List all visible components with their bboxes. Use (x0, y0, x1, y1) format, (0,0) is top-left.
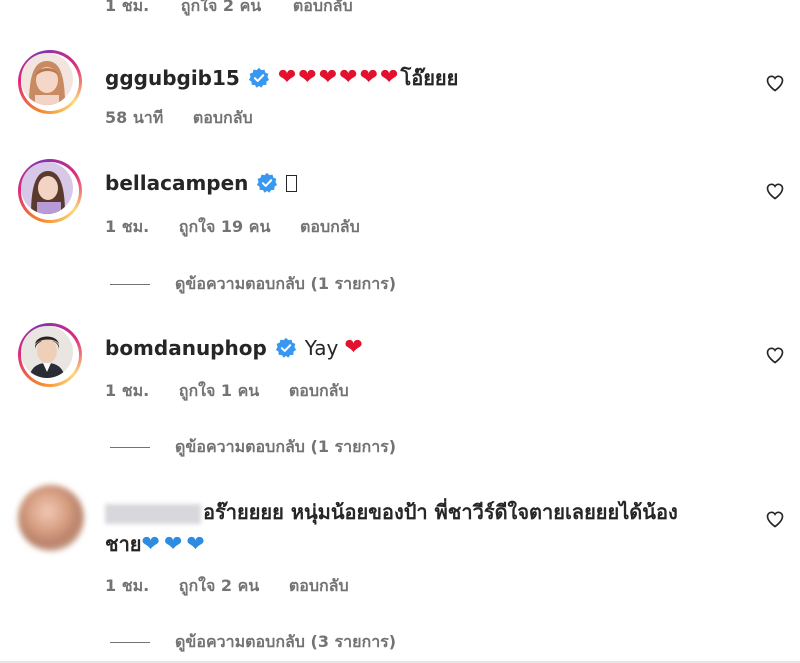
view-replies-button[interactable]: ดูข้อความตอบกลับ (1 รายการ) (110, 435, 396, 460)
red-heart-emoji: ❤ (339, 65, 358, 90)
avatar-image (21, 53, 73, 105)
comment-body: bomdanuphop Yay ❤ (105, 336, 363, 360)
avatar-image (21, 162, 73, 214)
missing-glyph-box (286, 174, 298, 192)
comment-time: 1 ชม. (105, 0, 150, 15)
comment-text-continued: ชาย (105, 532, 142, 556)
comment-likes-link[interactable]: ถูกใจ 1 คน (179, 381, 259, 400)
avatar[interactable] (18, 159, 82, 223)
red-heart-emoji: ❤ (344, 335, 363, 360)
comment-body: gggubgib15 ❤ ❤ ❤ ❤ ❤ ❤ โอ๊ยยย (105, 62, 458, 94)
comment-time: 1 ชม. (105, 576, 150, 595)
reply-link[interactable]: ตอบกลับ (293, 0, 353, 15)
reply-link[interactable]: ตอบกลับ (289, 576, 349, 595)
comment-meta: 58 นาที ตอบกลับ (105, 106, 277, 131)
comment-username[interactable]: bellacampen (105, 171, 248, 195)
heart-outline-icon[interactable] (765, 73, 785, 93)
red-heart-emoji: ❤ (298, 65, 317, 90)
red-heart-emoji: ❤ (380, 65, 399, 90)
heart-emoji-group: ❤ ❤ ❤ ❤ ❤ ❤ (278, 67, 399, 89)
comment-text: Yay (304, 336, 339, 360)
view-replies-label: ดูข้อความตอบกลับ (1 รายการ) (175, 437, 397, 456)
comment-body: อร๊ายยยย หนุ่มน้อยของป้า พี่ชาวีร์ดีใจตา… (105, 496, 725, 560)
avatar-image (21, 326, 73, 378)
previous-comment-meta: 1 ชม. ถูกใจ 2 คน ตอบกลับ (105, 0, 379, 19)
verified-badge-icon (275, 337, 296, 358)
divider-dash (110, 447, 150, 448)
blue-heart-emoji: ❤ (186, 532, 205, 557)
divider-dash (110, 642, 150, 643)
red-heart-emoji: ❤ (277, 65, 297, 90)
comment-likes-link[interactable]: ถูกใจ 2 คน (179, 576, 259, 595)
comment-likes-link[interactable]: ถูกใจ 19 คน (179, 217, 271, 236)
comment-username[interactable]: bomdanuphop (105, 336, 267, 360)
comment-username[interactable]: gggubgib15 (105, 66, 240, 90)
avatar-blurred[interactable] (18, 485, 84, 551)
heart-outline-icon[interactable] (765, 509, 785, 529)
view-replies-button[interactable]: ดูข้อความตอบกลับ (1 รายการ) (110, 272, 396, 297)
comment-likes-link[interactable]: ถูกใจ 2 คน (181, 0, 261, 15)
red-heart-emoji: ❤ (359, 65, 379, 90)
comment-time: 58 นาที (105, 108, 164, 127)
comment-text: โอ๊ยยย (400, 66, 459, 90)
view-replies-button[interactable]: ดูข้อความตอบกลับ (3 รายการ) (110, 630, 396, 655)
divider-dash (110, 284, 150, 285)
heart-outline-icon[interactable] (765, 345, 785, 365)
avatar[interactable] (18, 323, 82, 387)
reply-link[interactable]: ตอบกลับ (193, 108, 253, 127)
reply-link[interactable]: ตอบกลับ (289, 381, 349, 400)
comment-time: 1 ชม. (105, 217, 150, 236)
comment-meta: 1 ชม. ถูกใจ 2 คน ตอบกลับ (105, 574, 373, 599)
view-replies-label: ดูข้อความตอบกลับ (3 รายการ) (175, 632, 397, 651)
heart-outline-icon[interactable] (765, 181, 785, 201)
blue-heart-emoji: ❤ (141, 532, 160, 557)
comment-meta: 1 ชม. ถูกใจ 1 คน ตอบกลับ (105, 379, 373, 404)
comment-text: อร๊ายยยย หนุ่มน้อยของป้า พี่ชาวีร์ดีใจตา… (203, 500, 678, 524)
verified-badge-icon (248, 67, 269, 88)
redacted-username[interactable] (105, 503, 201, 524)
view-replies-label: ดูข้อความตอบกลับ (1 รายการ) (175, 274, 397, 293)
avatar[interactable] (18, 50, 82, 114)
verified-badge-icon (257, 172, 278, 193)
red-heart-emoji: ❤ (318, 65, 338, 90)
comment-body: bellacampen 󠀠 (105, 171, 298, 195)
comment-time: 1 ชม. (105, 381, 150, 400)
comment-meta: 1 ชม. ถูกใจ 19 คน ตอบกลับ (105, 215, 384, 240)
reply-link[interactable]: ตอบกลับ (300, 217, 360, 236)
blue-heart-emoji: ❤ (163, 532, 183, 557)
